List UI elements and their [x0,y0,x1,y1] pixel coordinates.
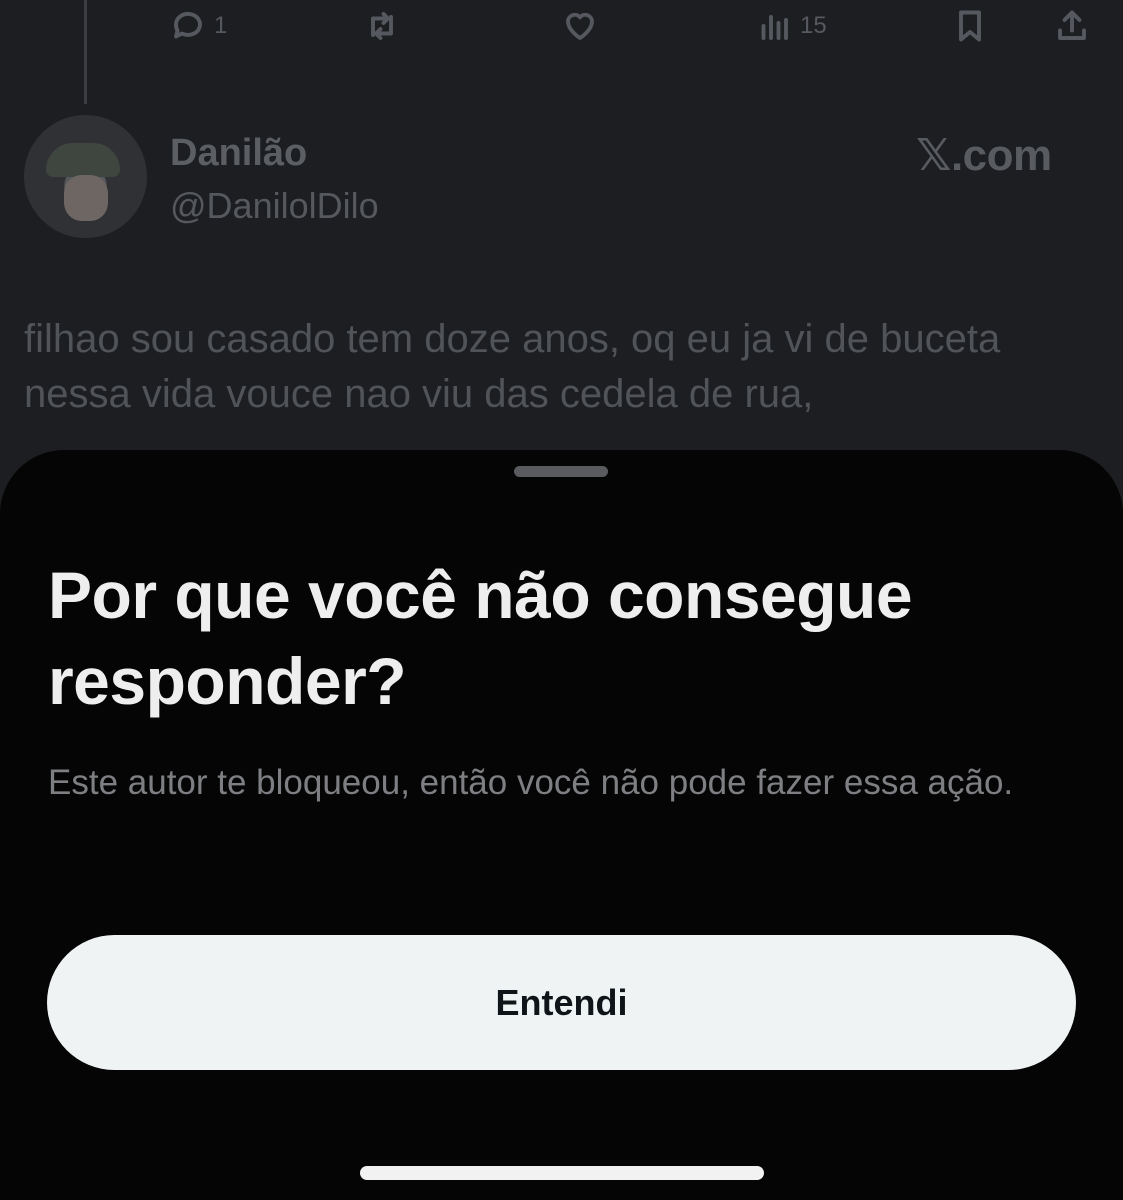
author-name[interactable]: Danilão [170,132,307,175]
reply-count: 1 [214,12,228,39]
reply-action[interactable]: 1 [170,8,227,44]
tweet-text: filhao sou casado tem doze anos, oq eu j… [24,317,1001,416]
sheet-title: Por que você não consegue responder? [48,558,913,718]
sheet-grabber[interactable] [514,466,608,477]
share-icon [1058,10,1086,40]
views-count: 15 [800,12,827,39]
like-icon [566,12,594,40]
avatar[interactable] [24,115,147,238]
home-indicator [360,1166,764,1180]
reply-icon [174,11,202,39]
views-icon [761,15,788,40]
author-handle[interactable]: @DanilolDilo [170,185,379,227]
avatar-cap [46,143,120,177]
understood-button[interactable]: Entendi [47,935,1076,1070]
bookmark-action[interactable] [952,8,988,44]
tweet-actions-bar: 1 15 [0,8,1123,52]
source-label: 𝕏.com [916,131,1052,180]
retweet-action[interactable] [364,8,400,44]
like-action[interactable] [562,8,598,44]
bookmark-icon [959,10,981,42]
retweet-icon [371,12,393,40]
sheet-description: Este autor te bloqueou, então você não p… [48,763,1014,802]
avatar-face [64,175,108,221]
share-action[interactable] [1054,8,1090,44]
bottom-sheet: Por que você não consegue responder? Est… [0,450,1123,1200]
views-action[interactable]: 15 [756,8,827,44]
